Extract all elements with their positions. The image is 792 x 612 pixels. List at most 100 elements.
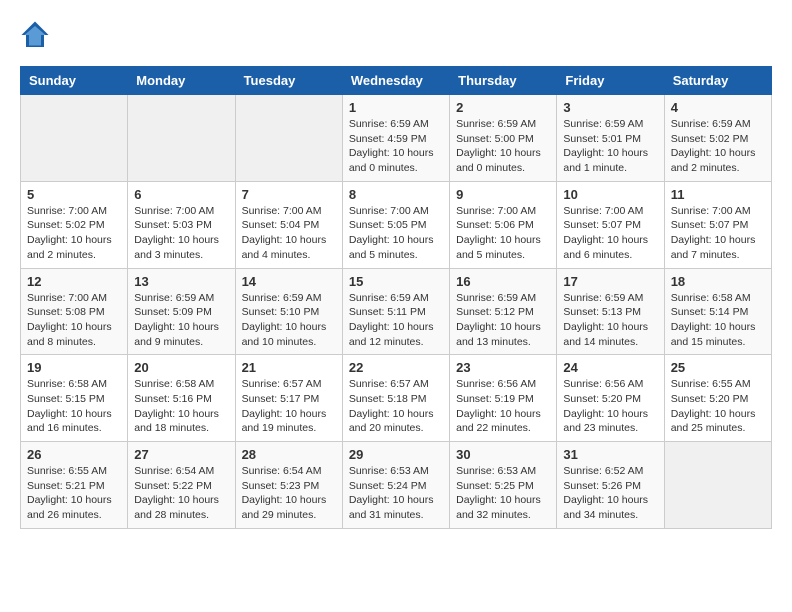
day-number: 30 — [456, 447, 550, 462]
day-number: 18 — [671, 274, 765, 289]
calendar-cell: 14 Sunrise: 6:59 AM Sunset: 5:10 PM Dayli… — [235, 268, 342, 355]
day-number: 3 — [563, 100, 657, 115]
calendar-table: SundayMondayTuesdayWednesdayThursdayFrid… — [20, 66, 772, 529]
day-info: Sunrise: 7:00 AM Sunset: 5:08 PM Dayligh… — [27, 291, 121, 350]
day-info: Sunrise: 6:58 AM Sunset: 5:15 PM Dayligh… — [27, 377, 121, 436]
calendar-cell: 26 Sunrise: 6:55 AM Sunset: 5:21 PM Dayli… — [21, 442, 128, 529]
calendar-cell: 20 Sunrise: 6:58 AM Sunset: 5:16 PM Dayli… — [128, 355, 235, 442]
day-info: Sunrise: 6:59 AM Sunset: 5:09 PM Dayligh… — [134, 291, 228, 350]
calendar-cell — [21, 95, 128, 182]
day-number: 10 — [563, 187, 657, 202]
day-number: 12 — [27, 274, 121, 289]
day-number: 19 — [27, 360, 121, 375]
day-number: 11 — [671, 187, 765, 202]
calendar-cell: 29Sunrise: 6:53 AM Sunset: 5:24 PM Dayli… — [342, 442, 449, 529]
day-number: 7 — [242, 187, 336, 202]
day-number: 22 — [349, 360, 443, 375]
calendar-cell: 1 Sunrise: 6:59 AM Sunset: 4:59 PM Daylig… — [342, 95, 449, 182]
calendar-cell: 21 Sunrise: 6:57 AM Sunset: 5:17 PM Dayli… — [235, 355, 342, 442]
day-number: 2 — [456, 100, 550, 115]
day-number: 17 — [563, 274, 657, 289]
calendar-cell: 30 Sunrise: 6:53 AM Sunset: 5:25 PM Dayli… — [450, 442, 557, 529]
day-info: Sunrise: 6:59 AM Sunset: 5:00 PM Dayligh… — [456, 117, 550, 176]
logo-icon — [20, 20, 50, 50]
day-info: Sunrise: 6:53 AM Sunset: 5:25 PM Dayligh… — [456, 464, 550, 523]
calendar-cell: 17 Sunrise: 6:59 AM Sunset: 5:13 PM Dayli… — [557, 268, 664, 355]
day-number: 23 — [456, 360, 550, 375]
calendar-cell: 2 Sunrise: 6:59 AM Sunset: 5:00 PM Daylig… — [450, 95, 557, 182]
day-info: Sunrise: 7:00 AM Sunset: 5:02 PM Dayligh… — [27, 204, 121, 263]
day-info: Sunrise: 6:59 AM Sunset: 5:13 PM Dayligh… — [563, 291, 657, 350]
day-number: 27 — [134, 447, 228, 462]
day-number: 25 — [671, 360, 765, 375]
day-number: 20 — [134, 360, 228, 375]
day-info: Sunrise: 7:00 AM Sunset: 5:03 PM Dayligh… — [134, 204, 228, 263]
calendar-cell: 27 Sunrise: 6:54 AM Sunset: 5:22 PM Dayli… — [128, 442, 235, 529]
day-number: 8 — [349, 187, 443, 202]
calendar-cell: 5Sunrise: 7:00 AM Sunset: 5:02 PM Daylig… — [21, 181, 128, 268]
day-info: Sunrise: 7:00 AM Sunset: 5:06 PM Dayligh… — [456, 204, 550, 263]
day-info: Sunrise: 6:55 AM Sunset: 5:21 PM Dayligh… — [27, 464, 121, 523]
day-number: 1 — [349, 100, 443, 115]
page-header — [20, 20, 772, 50]
calendar-cell: 13 Sunrise: 6:59 AM Sunset: 5:09 PM Dayli… — [128, 268, 235, 355]
calendar-cell — [664, 442, 771, 529]
calendar-header-monday: Monday — [128, 67, 235, 95]
day-info: Sunrise: 6:59 AM Sunset: 4:59 PM Dayligh… — [349, 117, 443, 176]
day-info: Sunrise: 7:00 AM Sunset: 5:05 PM Dayligh… — [349, 204, 443, 263]
calendar-cell: 3 Sunrise: 6:59 AM Sunset: 5:01 PM Daylig… — [557, 95, 664, 182]
day-info: Sunrise: 6:56 AM Sunset: 5:19 PM Dayligh… — [456, 377, 550, 436]
calendar-week-row-2: 12 Sunrise: 7:00 AM Sunset: 5:08 PM Dayli… — [21, 268, 772, 355]
day-number: 21 — [242, 360, 336, 375]
calendar-cell: 23 Sunrise: 6:56 AM Sunset: 5:19 PM Dayli… — [450, 355, 557, 442]
calendar-cell: 18 Sunrise: 6:58 AM Sunset: 5:14 PM Dayli… — [664, 268, 771, 355]
calendar-cell: 15 Sunrise: 6:59 AM Sunset: 5:11 PM Dayli… — [342, 268, 449, 355]
day-number: 14 — [242, 274, 336, 289]
day-info: Sunrise: 7:00 AM Sunset: 5:07 PM Dayligh… — [671, 204, 765, 263]
day-number: 4 — [671, 100, 765, 115]
day-info: Sunrise: 6:56 AM Sunset: 5:20 PM Dayligh… — [563, 377, 657, 436]
calendar-cell: 4 Sunrise: 6:59 AM Sunset: 5:02 PM Daylig… — [664, 95, 771, 182]
day-number: 13 — [134, 274, 228, 289]
day-info: Sunrise: 6:59 AM Sunset: 5:01 PM Dayligh… — [563, 117, 657, 176]
calendar-cell: 24Sunrise: 6:56 AM Sunset: 5:20 PM Dayli… — [557, 355, 664, 442]
calendar-cell: 12 Sunrise: 7:00 AM Sunset: 5:08 PM Dayli… — [21, 268, 128, 355]
calendar-header-sunday: Sunday — [21, 67, 128, 95]
day-number: 16 — [456, 274, 550, 289]
calendar-week-row-1: 5Sunrise: 7:00 AM Sunset: 5:02 PM Daylig… — [21, 181, 772, 268]
calendar-cell: 16Sunrise: 6:59 AM Sunset: 5:12 PM Dayli… — [450, 268, 557, 355]
calendar-cell — [128, 95, 235, 182]
day-number: 29 — [349, 447, 443, 462]
calendar-header-tuesday: Tuesday — [235, 67, 342, 95]
day-number: 28 — [242, 447, 336, 462]
calendar-header-friday: Friday — [557, 67, 664, 95]
day-info: Sunrise: 6:52 AM Sunset: 5:26 PM Dayligh… — [563, 464, 657, 523]
day-info: Sunrise: 6:55 AM Sunset: 5:20 PM Dayligh… — [671, 377, 765, 436]
day-info: Sunrise: 6:54 AM Sunset: 5:22 PM Dayligh… — [134, 464, 228, 523]
calendar-week-row-3: 19 Sunrise: 6:58 AM Sunset: 5:15 PM Dayli… — [21, 355, 772, 442]
calendar-cell: 7 Sunrise: 7:00 AM Sunset: 5:04 PM Daylig… — [235, 181, 342, 268]
day-info: Sunrise: 6:57 AM Sunset: 5:17 PM Dayligh… — [242, 377, 336, 436]
calendar-cell: 10Sunrise: 7:00 AM Sunset: 5:07 PM Dayli… — [557, 181, 664, 268]
calendar-week-row-4: 26 Sunrise: 6:55 AM Sunset: 5:21 PM Dayli… — [21, 442, 772, 529]
day-number: 26 — [27, 447, 121, 462]
calendar-cell: 6 Sunrise: 7:00 AM Sunset: 5:03 PM Daylig… — [128, 181, 235, 268]
day-number: 9 — [456, 187, 550, 202]
day-info: Sunrise: 6:58 AM Sunset: 5:16 PM Dayligh… — [134, 377, 228, 436]
day-info: Sunrise: 6:59 AM Sunset: 5:10 PM Dayligh… — [242, 291, 336, 350]
day-info: Sunrise: 6:59 AM Sunset: 5:11 PM Dayligh… — [349, 291, 443, 350]
day-info: Sunrise: 6:59 AM Sunset: 5:02 PM Dayligh… — [671, 117, 765, 176]
calendar-header-row: SundayMondayTuesdayWednesdayThursdayFrid… — [21, 67, 772, 95]
day-info: Sunrise: 7:00 AM Sunset: 5:04 PM Dayligh… — [242, 204, 336, 263]
day-info: Sunrise: 6:54 AM Sunset: 5:23 PM Dayligh… — [242, 464, 336, 523]
calendar-header-saturday: Saturday — [664, 67, 771, 95]
calendar-cell: 31 Sunrise: 6:52 AM Sunset: 5:26 PM Dayli… — [557, 442, 664, 529]
calendar-cell: 22Sunrise: 6:57 AM Sunset: 5:18 PM Dayli… — [342, 355, 449, 442]
calendar-header-thursday: Thursday — [450, 67, 557, 95]
day-number: 31 — [563, 447, 657, 462]
calendar-cell — [235, 95, 342, 182]
day-info: Sunrise: 6:58 AM Sunset: 5:14 PM Dayligh… — [671, 291, 765, 350]
day-number: 15 — [349, 274, 443, 289]
calendar-cell: 9 Sunrise: 7:00 AM Sunset: 5:06 PM Daylig… — [450, 181, 557, 268]
day-number: 6 — [134, 187, 228, 202]
